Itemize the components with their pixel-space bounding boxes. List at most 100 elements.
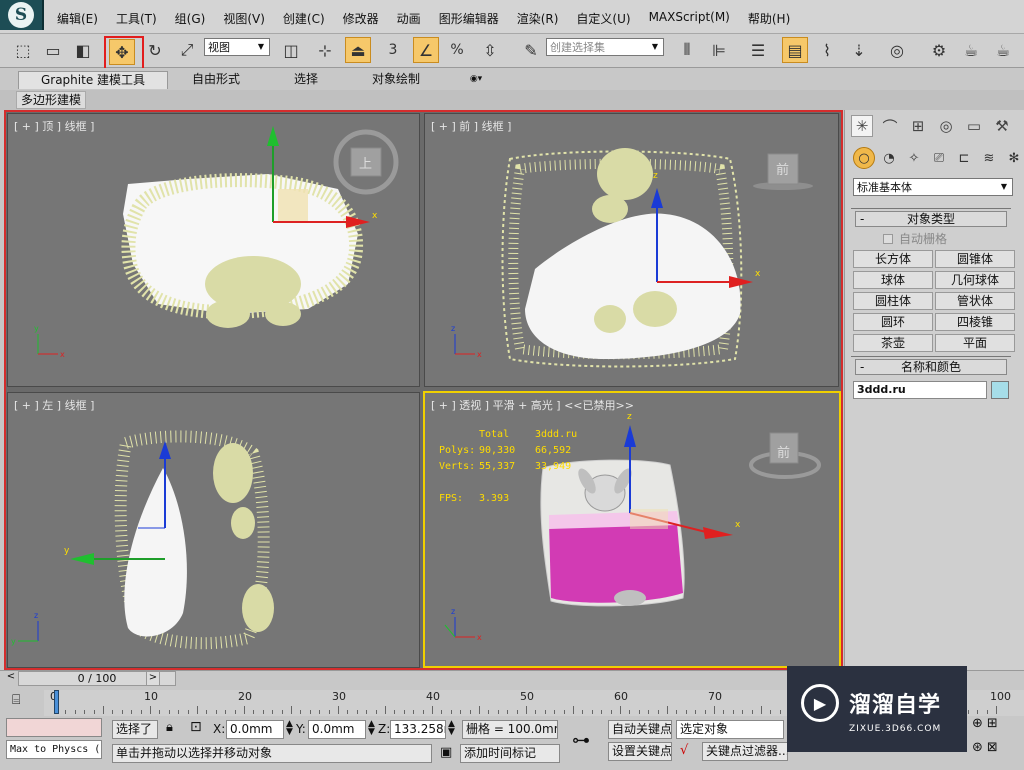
y-coord-input[interactable]: 0.0mm [308, 720, 366, 739]
x-coord-input[interactable]: 0.0mm [226, 720, 284, 739]
maximize-icon[interactable]: ⊠ [987, 740, 998, 755]
object-name-input[interactable]: 3ddd.ru [853, 381, 987, 399]
menu-rendering[interactable]: 渲染(R) [508, 10, 568, 27]
cone-button[interactable]: 圆锥体 [935, 250, 1015, 268]
geometry-icon[interactable]: ○ [853, 147, 875, 169]
name-color-header[interactable]: - 名称和颜色 [855, 359, 1007, 375]
align-icon[interactable]: ⊫ [706, 37, 732, 63]
curve-editor-icon[interactable]: ⌇ [814, 37, 840, 63]
time-tag-icon[interactable]: ▣ [440, 745, 452, 760]
viewport-label[interactable]: [ + ] 顶 ] 线框 ] [14, 118, 94, 134]
layer-manager-icon[interactable]: ☰ [745, 37, 771, 63]
add-time-tag-button[interactable]: 添加时间标记 [460, 744, 560, 763]
menu-modifiers[interactable]: 修改器 [334, 10, 388, 27]
select-and-move-icon[interactable]: ✥ [109, 39, 135, 65]
tab-selection[interactable]: 选择 [276, 71, 336, 89]
keyboard-shortcut-override-icon[interactable]: ⏏ [345, 37, 371, 63]
z-spinner-icon[interactable]: ▲ ▼ [448, 720, 455, 737]
set-key-icon[interactable]: √ [680, 743, 688, 758]
display-tab-icon[interactable]: ▭ [963, 115, 985, 137]
systems-icon[interactable]: ✻ [1003, 147, 1024, 169]
select-and-scale-icon[interactable]: ⤢ [174, 37, 200, 63]
menu-tools[interactable]: 工具(T) [107, 10, 166, 27]
box-button[interactable]: 长方体 [853, 250, 933, 268]
zoom-icon[interactable]: ⊕ [972, 716, 983, 731]
lock-selection-icon[interactable]: 🔒︎ [166, 720, 173, 735]
menu-edit[interactable]: 编辑(E) [48, 10, 107, 27]
sphere-button[interactable]: 球体 [853, 271, 933, 289]
y-spinner-icon[interactable]: ▲ ▼ [368, 720, 375, 737]
torus-button[interactable]: 圆环 [853, 313, 933, 331]
utilities-tab-icon[interactable]: ⚒ [991, 115, 1013, 137]
motion-tab-icon[interactable]: ◎ [935, 115, 957, 137]
render-setup-icon[interactable]: ⚙ [926, 37, 952, 63]
plane-button[interactable]: 平面 [935, 334, 1015, 352]
key-filters-button[interactable]: 关键点过滤器... [702, 742, 788, 761]
tab-graphite-modeling[interactable]: Graphite 建模工具 [18, 71, 168, 89]
timeslider-right-arrow-icon[interactable]: > [146, 671, 160, 686]
window-crossing-icon[interactable]: ◧ [70, 37, 96, 63]
viewport-left[interactable]: y z y [ + ] 左 ] 线框 ] [7, 392, 420, 668]
autogrid-checkbox[interactable] [883, 233, 893, 244]
select-and-rotate-icon[interactable]: ↻ [142, 37, 168, 63]
absolute-mode-icon[interactable]: ⊡ [190, 719, 202, 735]
reference-coord-dropdown[interactable]: 视图 ▼ [204, 38, 270, 56]
viewport-front[interactable]: x z 前 z x [ + ] 前 ] 线框 ] [424, 113, 839, 387]
percent-snap-icon[interactable]: % [444, 37, 470, 63]
current-frame-marker[interactable] [54, 690, 59, 714]
lights-icon[interactable]: ✧ [903, 147, 925, 169]
mirror-icon[interactable]: ⫴ [674, 37, 700, 63]
create-tab-icon[interactable]: ✳ [851, 115, 873, 137]
app-logo-button[interactable]: S [0, 0, 44, 30]
object-color-swatch[interactable] [991, 381, 1009, 399]
viewport-perspective[interactable]: x z 前 z x [ + ] 透视 ] 平滑 + 高光 ] <<已禁用>> T… [423, 391, 841, 668]
category-dropdown[interactable]: 标准基本体 ▼ [853, 178, 1013, 196]
selected-objects-dropdown[interactable]: 选定对象 [676, 720, 784, 739]
object-type-header[interactable]: - 对象类型 [855, 211, 1007, 227]
key-mode-icon[interactable]: ⊶ [572, 730, 590, 751]
tab-freeform[interactable]: 自由形式 [176, 71, 256, 89]
tab-polygon-modeling[interactable]: 多边形建模 [16, 91, 87, 109]
material-editor-icon[interactable]: ◎ [884, 37, 910, 63]
select-object-icon[interactable]: ⬚ [10, 37, 36, 63]
render-production-icon[interactable]: ☕ [990, 37, 1016, 63]
space-warps-icon[interactable]: ≋ [978, 147, 1000, 169]
schematic-view-icon[interactable]: ⇣ [846, 37, 872, 63]
menu-graph-editors[interactable]: 图形编辑器 [430, 10, 508, 27]
zoom-all-icon[interactable]: ⊞ [987, 716, 998, 731]
z-coord-input[interactable]: 133.258mr [390, 720, 446, 739]
named-selection-set-dropdown[interactable]: 创建选择集 ▼ [546, 38, 664, 56]
orbit-icon[interactable]: ⊛ [972, 740, 983, 755]
menu-animation[interactable]: 动画 [388, 10, 430, 27]
viewport-label[interactable]: [ + ] 左 ] 线框 ] [14, 397, 94, 413]
hierarchy-tab-icon[interactable]: ⊞ [907, 115, 929, 137]
maxscript-listener[interactable]: Max to Physcs ( [6, 740, 102, 759]
menu-maxscript[interactable]: MAXScript(M) [640, 10, 739, 27]
menu-help[interactable]: 帮助(H) [739, 10, 799, 27]
timeslider-left-arrow-icon[interactable]: < [4, 671, 18, 686]
graphite-toggle-icon[interactable]: ▤ [782, 37, 808, 63]
ribbon-options-button[interactable]: ◉▾ [462, 71, 490, 89]
teapot-button[interactable]: 茶壶 [853, 334, 933, 352]
set-key-button[interactable]: 设置关键点 [608, 742, 672, 761]
rendered-frame-icon[interactable]: ☕ [958, 37, 984, 63]
x-spinner-icon[interactable]: ▲ ▼ [286, 720, 293, 737]
angle-snap-icon[interactable]: ∠ [413, 37, 439, 63]
menu-create[interactable]: 创建(C) [274, 10, 334, 27]
pyramid-button[interactable]: 四棱锥 [935, 313, 1015, 331]
cameras-icon[interactable]: ⎚ [928, 147, 950, 169]
menu-views[interactable]: 视图(V) [214, 10, 274, 27]
cylinder-button[interactable]: 圆柱体 [853, 292, 933, 310]
manipulate-icon[interactable]: ⊹ [312, 37, 338, 63]
tube-button[interactable]: 管状体 [935, 292, 1015, 310]
viewport-label[interactable]: [ + ] 透视 ] 平滑 + 高光 ] <<已禁用>> [431, 397, 634, 413]
helpers-icon[interactable]: ⊏ [953, 147, 975, 169]
select-region-icon[interactable]: ▭ [40, 37, 66, 63]
geosphere-button[interactable]: 几何球体 [935, 271, 1015, 289]
viewport-top[interactable]: x 上 y x [ + ] 顶 ] 线框 ] [7, 113, 420, 387]
auto-key-button[interactable]: 自动关键点 [608, 720, 672, 739]
tab-object-paint[interactable]: 对象绘制 [356, 71, 436, 89]
viewport-label[interactable]: [ + ] 前 ] 线框 ] [431, 118, 511, 134]
edit-named-selection-icon[interactable]: ✎ [518, 37, 544, 63]
spinner-snap-icon[interactable]: ⇳ [477, 37, 503, 63]
